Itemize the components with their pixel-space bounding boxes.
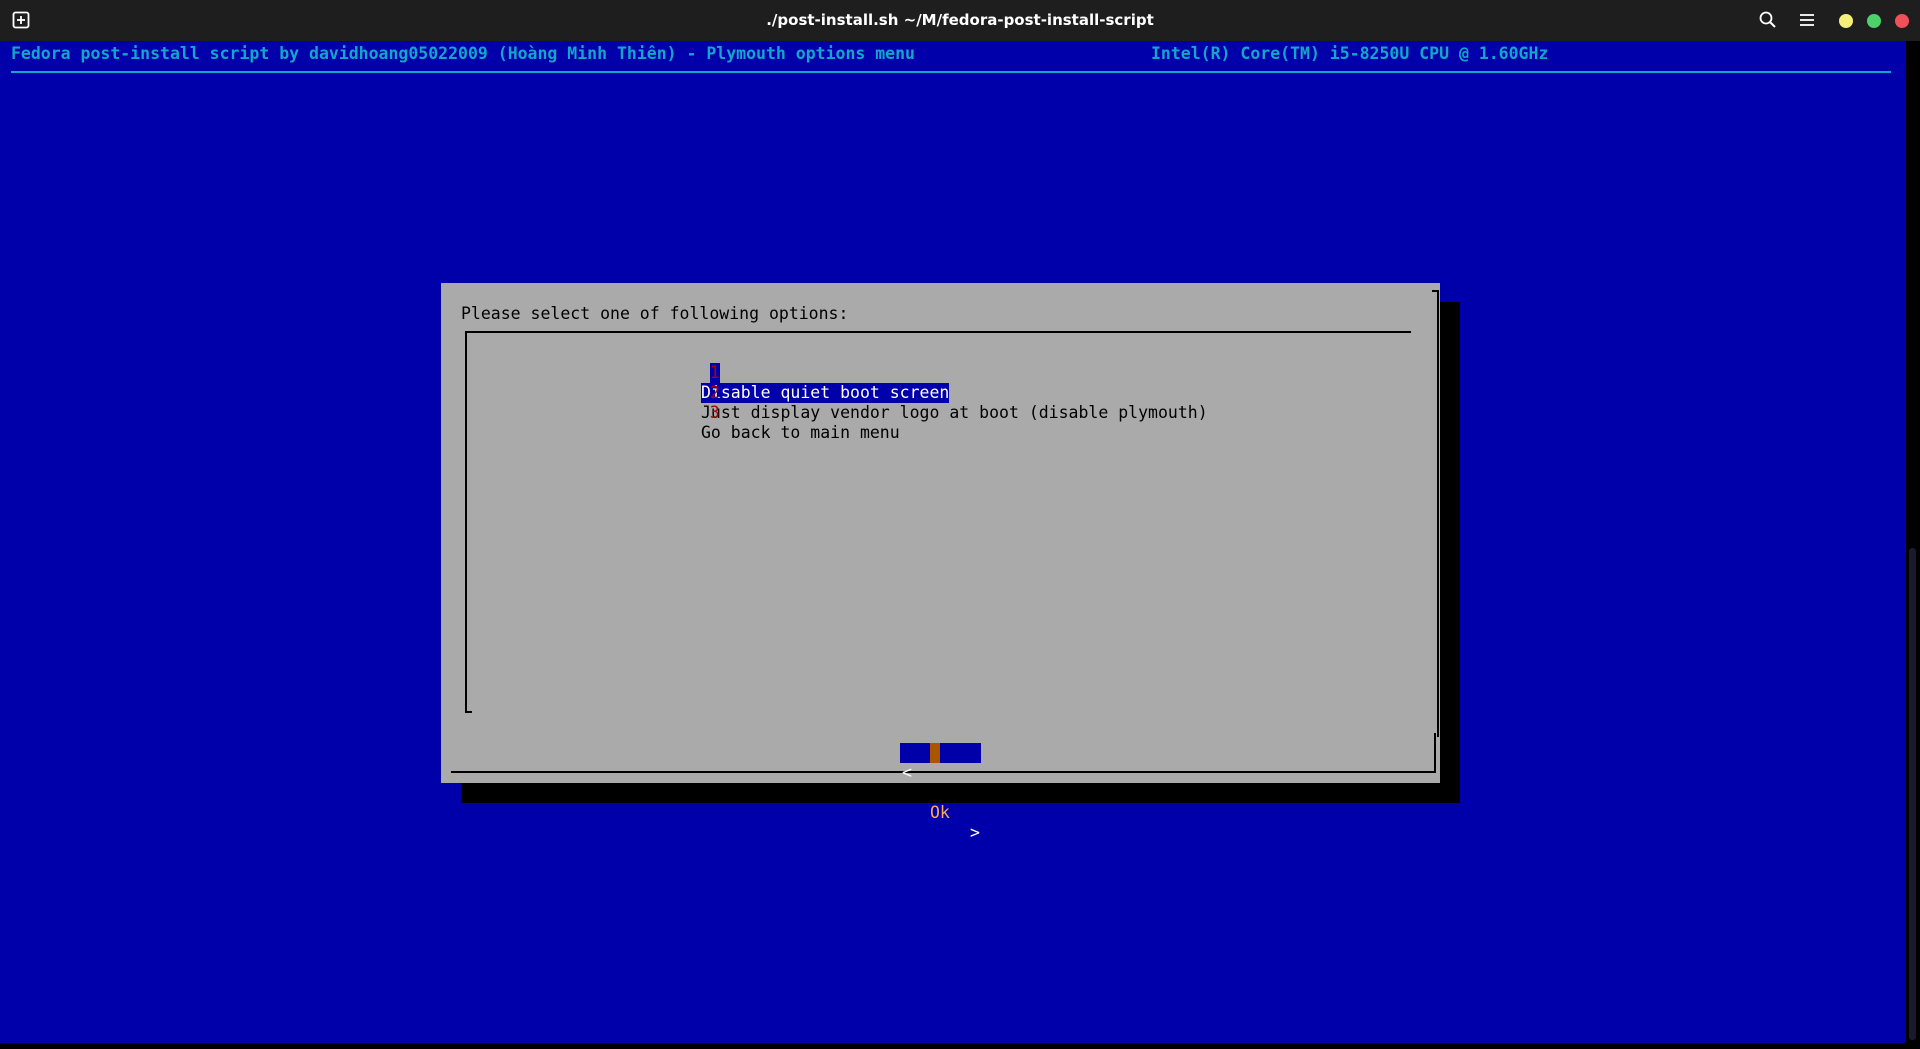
minimize-button[interactable] xyxy=(1839,14,1853,28)
terminal-window: ./post-install.sh ~/M/fedora-post-instal… xyxy=(0,0,1920,1049)
dialog-prompt: Please select one of following options: xyxy=(461,304,849,323)
cpu-info: Intel(R) Core(TM) i5-8250U CPU @ 1.60GHz xyxy=(1151,44,1549,63)
scrollbar-thumb[interactable] xyxy=(1909,548,1916,1040)
title-bar: ./post-install.sh ~/M/fedora-post-instal… xyxy=(0,0,1920,42)
menu-item-tag: 3 xyxy=(709,403,720,422)
ok-button-label: Ok xyxy=(930,803,950,822)
ok-button[interactable]: < Ok > xyxy=(900,743,981,842)
maximize-button[interactable] xyxy=(1867,14,1881,28)
backtitle-rule xyxy=(11,71,1891,73)
ok-button-right-bracket: > xyxy=(970,823,980,842)
search-icon[interactable] xyxy=(1758,10,1778,30)
ok-button-left-bracket: < xyxy=(902,763,912,782)
menu-item-label: Disable quiet boot screen xyxy=(701,383,950,403)
menu-item-label: Just display vendor logo at boot (disabl… xyxy=(701,403,1208,422)
menu-box-border xyxy=(465,331,1411,333)
hamburger-menu-icon[interactable] xyxy=(1797,10,1817,30)
dialog-corner xyxy=(1434,733,1436,773)
bottom-border xyxy=(0,1043,1920,1049)
menu-box-corner xyxy=(465,711,472,713)
dialog-border xyxy=(1432,290,1439,737)
menu-box-border-left xyxy=(465,331,467,713)
dialog-bottom-border xyxy=(451,771,1436,773)
menu-item-label: Go back to main menu xyxy=(701,423,900,442)
backtitle: Fedora post-install script by davidhoang… xyxy=(11,44,915,63)
close-button[interactable] xyxy=(1895,14,1909,28)
menu-dialog xyxy=(441,283,1440,783)
ok-button-cursor xyxy=(930,743,940,763)
menu-item-disable-quiet-boot[interactable]: 1 Disable quiet boot screen xyxy=(670,343,950,403)
menu-item-vendor-logo[interactable]: 2 Just display vendor logo at boot (disa… xyxy=(670,363,1208,422)
window-title: ./post-install.sh ~/M/fedora-post-instal… xyxy=(766,11,1154,29)
menu-item-main-menu[interactable]: 3 Go back to main menu xyxy=(670,383,900,442)
